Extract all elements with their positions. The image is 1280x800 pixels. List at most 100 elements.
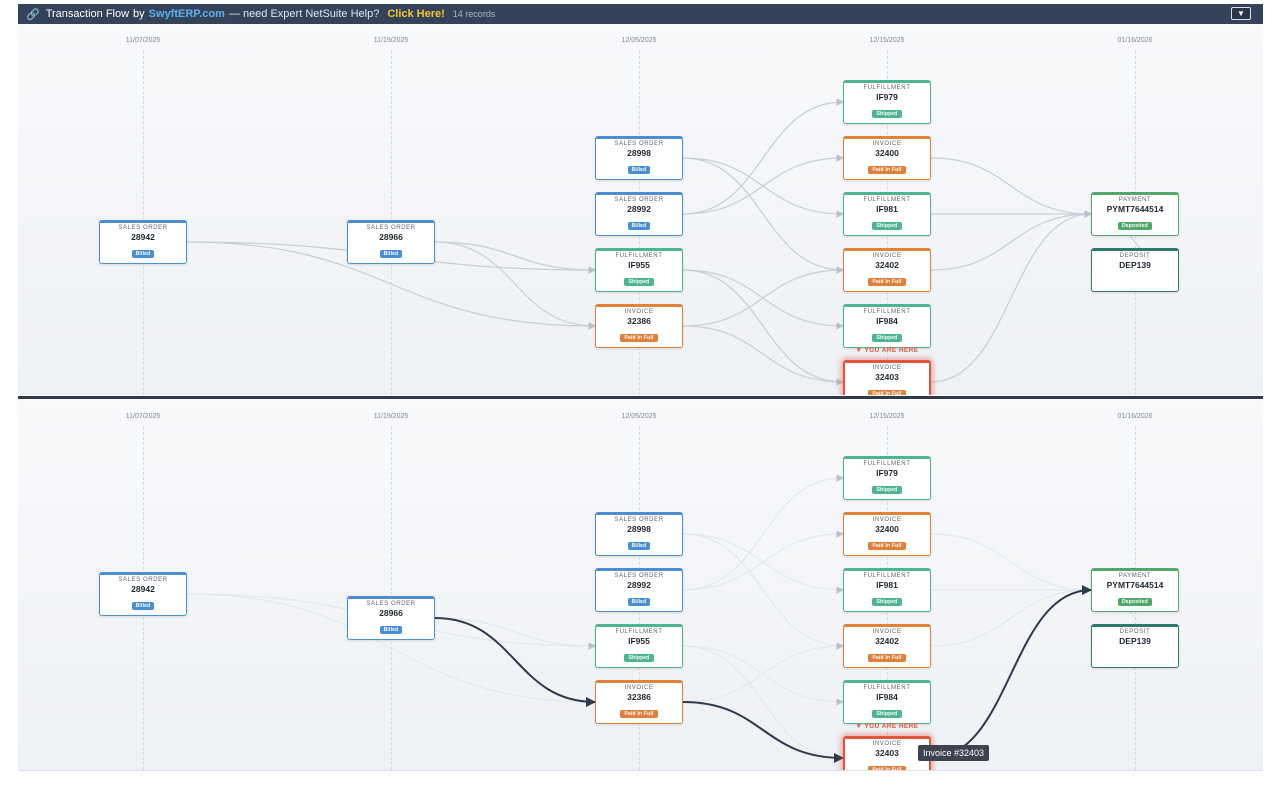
status-badge: Paid In Full	[868, 766, 906, 770]
chevron-down-icon: ▼	[1237, 9, 1245, 18]
transaction-node-ifIF955[interactable]: FULFILLMENT IF955 Shipped	[595, 624, 683, 668]
transaction-node-so28966[interactable]: SALES ORDER 28966 Billed	[347, 596, 435, 640]
transaction-node-ifIF955[interactable]: FULFILLMENT IF955 Shipped	[595, 248, 683, 292]
status-badge: Billed	[131, 250, 155, 258]
status-badge: Billed	[379, 626, 403, 634]
collapse-toggle-button[interactable]: ▼	[1231, 7, 1251, 20]
node-number: 32403	[875, 748, 899, 758]
transaction-node-so28992[interactable]: SALES ORDER 28992 Billed	[595, 568, 683, 612]
transaction-node-inv32386[interactable]: INVOICE 32386 Paid In Full	[595, 680, 683, 724]
flow-edge	[434, 617, 596, 650]
brand-link[interactable]: SwyftERP.com	[149, 8, 225, 20]
node-type: DEPOSIT	[1119, 629, 1151, 635]
status-badge: Billed	[379, 250, 403, 258]
status-badge: Shipped	[872, 710, 902, 718]
node-type: SALES ORDER	[614, 197, 664, 203]
node-number: IF981	[876, 580, 898, 590]
flow-edge	[682, 157, 844, 274]
node-type: PAYMENT	[1118, 197, 1152, 203]
transaction-node-inv32400[interactable]: INVOICE 32400 Paid In Full	[843, 512, 931, 556]
flow-edge	[682, 269, 844, 386]
node-number: 28942	[131, 232, 155, 242]
date-label: 11/07/2025	[125, 413, 161, 420]
node-number: 28998	[627, 148, 651, 158]
flow-edge	[930, 586, 1092, 647]
transaction-node-so28998[interactable]: SALES ORDER 28998 Billed	[595, 136, 683, 180]
node-number: IF984	[876, 692, 898, 702]
node-number: IF955	[628, 636, 650, 646]
transaction-node-so28998[interactable]: SALES ORDER 28998 Billed	[595, 512, 683, 556]
transaction-node-depDEP139[interactable]: DEPOSIT DEP139	[1091, 624, 1179, 668]
transaction-node-payPYMT7644514[interactable]: PAYMENT PYMT7644514 Deposited	[1091, 192, 1179, 236]
date-label: 12/05/2025	[621, 37, 657, 44]
panel-divider	[18, 396, 1263, 399]
status-badge: Shipped	[872, 110, 902, 118]
transaction-node-inv32386[interactable]: INVOICE 32386 Paid In Full	[595, 304, 683, 348]
status-badge: Deposited	[1118, 598, 1152, 606]
node-type: SALES ORDER	[366, 601, 416, 607]
record-count: 14 records	[452, 9, 496, 19]
transaction-node-ifIF981[interactable]: FULFILLMENT IF981 Shipped	[843, 568, 931, 612]
node-type: DEPOSIT	[1119, 253, 1151, 259]
status-badge: Shipped	[624, 278, 654, 286]
by-text: by	[133, 8, 145, 20]
node-number: IF981	[876, 204, 898, 214]
status-badge: Billed	[131, 602, 155, 610]
app-title: Transaction Flow	[45, 8, 130, 20]
transaction-node-inv32400[interactable]: INVOICE 32400 Paid In Full	[843, 136, 931, 180]
transaction-node-ifIF981[interactable]: FULFILLMENT IF981 Shipped	[843, 192, 931, 236]
node-type: SALES ORDER	[614, 517, 664, 523]
flow-edge	[930, 210, 1092, 271]
node-type: SALES ORDER	[614, 573, 664, 579]
click-here-link[interactable]: Click Here!	[387, 8, 444, 20]
node-type: INVOICE	[872, 741, 902, 747]
node-number: 28992	[627, 580, 651, 590]
transaction-node-ifIF984[interactable]: FULFILLMENT IF984 Shipped	[843, 680, 931, 724]
transaction-node-ifIF984[interactable]: FULFILLMENT IF984 Shipped	[843, 304, 931, 348]
transaction-node-inv32402[interactable]: INVOICE 32402 Paid In Full	[843, 248, 931, 292]
status-badge: Paid In Full	[868, 390, 906, 395]
node-number: IF979	[876, 468, 898, 478]
you-are-here-marker: ▼ YOU ARE HERE	[855, 723, 919, 730]
node-type: SALES ORDER	[118, 577, 168, 583]
flow-edge	[930, 210, 1092, 383]
node-number: 28992	[627, 204, 651, 214]
node-number: 32403	[875, 372, 899, 382]
status-badge: Billed	[627, 598, 651, 606]
transaction-node-depDEP139[interactable]: DEPOSIT DEP139	[1091, 248, 1179, 292]
node-number: 28966	[379, 232, 403, 242]
node-number: PYMT7644514	[1106, 204, 1164, 214]
node-number: PYMT7644514	[1106, 580, 1164, 590]
status-badge: Shipped	[872, 598, 902, 606]
transaction-node-inv32402[interactable]: INVOICE 32402 Paid In Full	[843, 624, 931, 668]
status-badge: Billed	[627, 222, 651, 230]
status-badge: Paid In Full	[620, 334, 658, 342]
node-type: SALES ORDER	[118, 225, 168, 231]
node-type: FULFILLMENT	[863, 685, 911, 691]
transaction-node-so28966[interactable]: SALES ORDER 28966 Billed	[347, 220, 435, 264]
status-badge: Deposited	[1118, 222, 1152, 230]
transaction-node-so28942[interactable]: SALES ORDER 28942 Billed	[99, 220, 187, 264]
node-number: 32386	[627, 692, 651, 702]
flow-edge	[682, 474, 844, 591]
flow-edge	[434, 241, 596, 330]
transaction-node-ifIF979[interactable]: FULFILLMENT IF979 Shipped	[843, 456, 931, 500]
title-bar: 🔗 Transaction Flow by SwyftERP.com — nee…	[18, 4, 1263, 24]
node-type: PAYMENT	[1118, 573, 1152, 579]
transaction-node-ifIF979[interactable]: FULFILLMENT IF979 Shipped	[843, 80, 931, 124]
transaction-node-so28992[interactable]: SALES ORDER 28992 Billed	[595, 192, 683, 236]
node-type: INVOICE	[624, 685, 654, 691]
status-badge: Shipped	[872, 222, 902, 230]
transaction-node-inv32403[interactable]: INVOICE 32403 Paid In Full	[843, 360, 931, 395]
flow-panel-focused: 11/07/2025 11/19/2025 12/05/2025 12/15/2025…	[18, 400, 1263, 771]
node-number: 28942	[131, 584, 155, 594]
date-label: 01/16/2026	[1117, 413, 1153, 420]
status-badge: Shipped	[872, 334, 902, 342]
flow-edge	[682, 645, 844, 762]
status-badge: Paid In Full	[868, 166, 906, 174]
node-type: FULFILLMENT	[615, 253, 663, 259]
transaction-node-so28942[interactable]: SALES ORDER 28942 Billed	[99, 572, 187, 616]
date-label: 11/19/2025	[373, 37, 409, 44]
status-badge: Paid In Full	[868, 654, 906, 662]
transaction-node-payPYMT7644514[interactable]: PAYMENT PYMT7644514 Deposited	[1091, 568, 1179, 612]
